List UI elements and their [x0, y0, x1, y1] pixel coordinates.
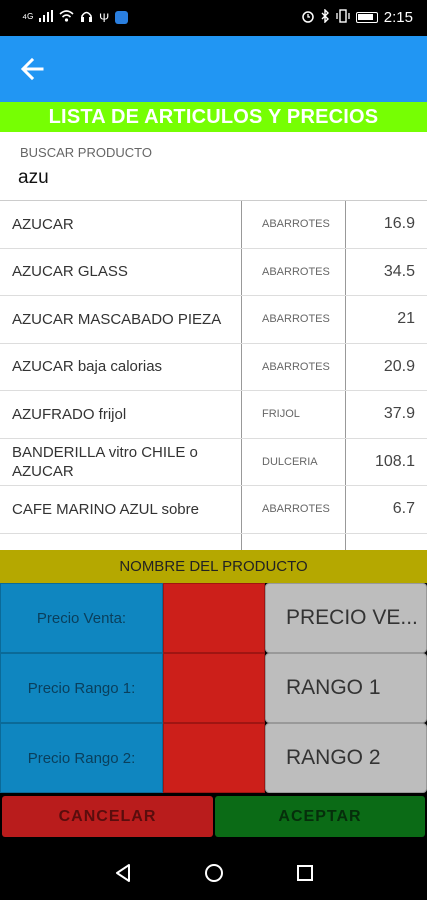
search-box: BUSCAR PRODUCTO — [0, 132, 427, 200]
product-name: AZUCAR baja calorias — [0, 343, 242, 390]
product-price: 6.7 — [392, 500, 415, 518]
list-item[interactable] — [0, 533, 427, 551]
product-name: AZUFRADO frijol — [0, 391, 242, 438]
price-sale-label: Precio Venta: — [0, 583, 163, 653]
product-name — [0, 533, 242, 550]
product-category — [242, 533, 346, 550]
signal-4g-icon: ⁴ᴳ — [22, 10, 34, 25]
product-list[interactable]: AZUCAR ABARROTES 16.9 AZUCAR GLASS ABARR… — [0, 200, 427, 550]
product-category: ABARROTES — [242, 486, 346, 533]
list-item[interactable]: BANDERILLA vitro CHILE o AZUCAR DULCERIA… — [0, 438, 427, 486]
product-price: 34.5 — [383, 262, 415, 280]
range1-button[interactable]: RANGO 1 — [265, 653, 427, 723]
app-bar — [0, 36, 427, 102]
price-row-range1: Precio Rango 1: RANGO 1 — [0, 653, 427, 723]
recents-square-icon[interactable] — [294, 862, 316, 884]
product-name: CAFE MARINO AZUL sobre — [0, 486, 242, 533]
action-bar: CANCELAR ACEPTAR — [0, 793, 427, 840]
alarm-icon — [301, 9, 315, 26]
home-circle-icon[interactable] — [203, 862, 225, 884]
list-item[interactable]: AZUCAR baja calorias ABARROTES 20.9 — [0, 343, 427, 391]
price-row-sale: Precio Venta: PRECIO VE... — [0, 583, 427, 653]
search-label: BUSCAR PRODUCTO — [20, 145, 152, 160]
list-item[interactable]: AZUCAR ABARROTES 16.9 — [0, 201, 427, 249]
product-price: 37.9 — [383, 405, 415, 423]
product-name: AZUCAR GLASS — [0, 248, 242, 295]
list-item[interactable]: CAFE MARINO AZUL sobre ABARROTES 6.7 — [0, 486, 427, 534]
product-price — [346, 534, 427, 551]
back-triangle-icon[interactable] — [112, 862, 134, 884]
product-price: 21 — [397, 310, 415, 328]
price-range1-value — [163, 653, 265, 723]
arrow-left-icon[interactable] — [18, 54, 48, 84]
page-title: LISTA DE ARTICULOS Y PRECIOS — [0, 102, 427, 132]
status-bar: ⁴ᴳ Ψ 2:15 — [0, 0, 427, 36]
product-name-header: NOMBRE DEL PRODUCTO — [0, 550, 427, 583]
product-price: 16.9 — [383, 215, 415, 233]
headset-icon — [80, 10, 93, 25]
price-range2-value — [163, 723, 265, 793]
usb-icon: Ψ — [99, 10, 110, 25]
product-category: ABARROTES — [242, 248, 346, 295]
price-sale-value — [163, 583, 265, 653]
price-range2-label: Precio Rango 2: — [0, 723, 163, 793]
product-price: 108.1 — [374, 452, 415, 470]
wifi-icon — [59, 10, 74, 25]
status-left-icons: ⁴ᴳ Ψ — [22, 10, 129, 25]
status-time: 2:15 — [383, 9, 413, 26]
accept-button[interactable]: ACEPTAR — [215, 796, 425, 837]
product-category: ABARROTES — [242, 201, 346, 248]
shield-icon — [115, 11, 129, 24]
product-category: DULCERIA — [242, 438, 346, 485]
product-name: AZUCAR — [0, 201, 242, 248]
cancel-button[interactable]: CANCELAR — [2, 796, 213, 837]
vibrate-icon — [336, 9, 350, 26]
signal-bars-icon — [39, 10, 54, 25]
product-category: FRIJOL — [242, 391, 346, 438]
product-category: ABARROTES — [242, 343, 346, 390]
list-item[interactable]: AZUCAR GLASS ABARROTES 34.5 — [0, 248, 427, 296]
price-sale-button[interactable]: PRECIO VE... — [265, 583, 427, 653]
system-nav-bar — [0, 840, 427, 900]
price-range1-label: Precio Rango 1: — [0, 653, 163, 723]
product-name: AZUCAR MASCABADO PIEZA — [0, 296, 242, 343]
status-right-icons: 2:15 — [301, 8, 413, 26]
price-row-range2: Precio Rango 2: RANGO 2 — [0, 723, 427, 793]
product-category: ABARROTES — [242, 296, 346, 343]
search-input[interactable] — [18, 163, 408, 193]
product-name: BANDERILLA vitro CHILE o AZUCAR — [0, 438, 242, 485]
battery-icon — [355, 12, 378, 23]
bluetooth-icon — [321, 8, 330, 26]
list-item[interactable]: AZUCAR MASCABADO PIEZA ABARROTES 21 — [0, 296, 427, 344]
list-item[interactable]: AZUFRADO frijol FRIJOL 37.9 — [0, 391, 427, 439]
range2-button[interactable]: RANGO 2 — [265, 723, 427, 793]
product-price: 20.9 — [383, 357, 415, 375]
